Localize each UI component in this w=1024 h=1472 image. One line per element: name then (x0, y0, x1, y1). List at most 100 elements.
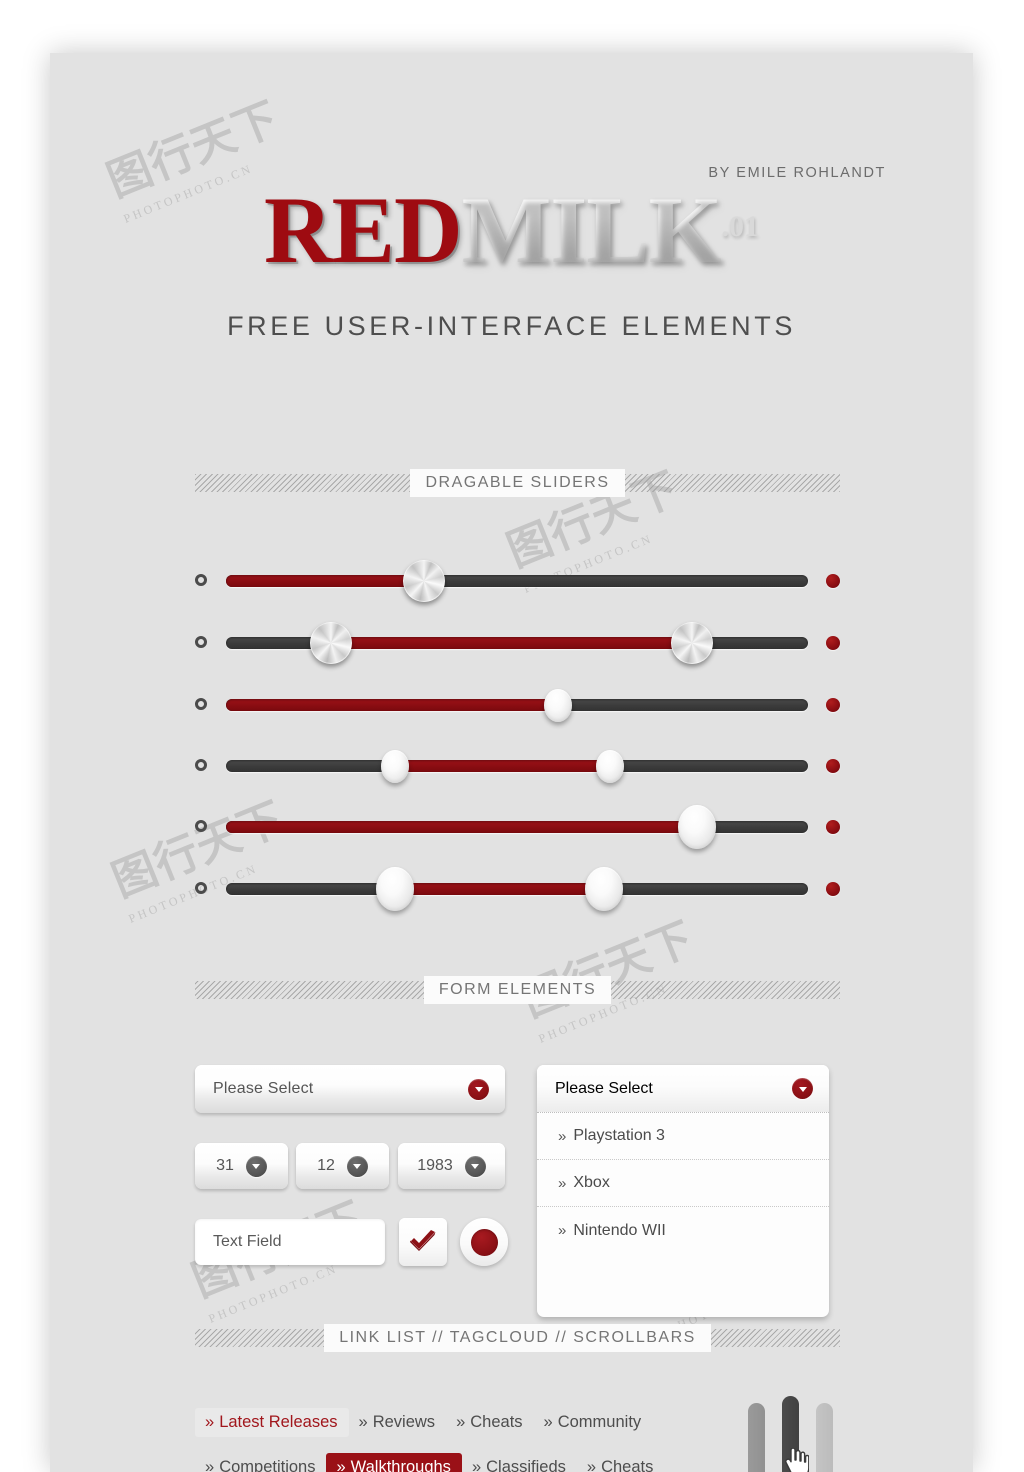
select-month[interactable]: 12 (296, 1143, 389, 1189)
slider-track[interactable] (226, 622, 808, 664)
section-header-forms: FORM ELEMENTS (195, 976, 841, 1004)
slider-track[interactable] (226, 805, 808, 849)
logo: REDMILK.01 (50, 183, 973, 278)
check-icon (410, 1230, 436, 1251)
scrollbar-light[interactable] (816, 1403, 833, 1472)
chevron-marker-icon: » (358, 1413, 368, 1431)
slider-knob[interactable] (402, 560, 445, 602)
link-walkthroughs[interactable]: » Walkthroughs (326, 1453, 462, 1472)
hatch-rule-left (195, 981, 424, 999)
slider-knob-low[interactable] (380, 750, 409, 783)
link-row-1: » Latest Releases » Reviews » Cheats » Commu… (195, 1408, 652, 1437)
link-label: Cheats (470, 1413, 523, 1431)
slider-fill (330, 637, 692, 649)
slider-knob-low[interactable] (375, 867, 414, 911)
logo-version: .01 (721, 210, 759, 243)
slider-max-marker-icon (826, 698, 840, 712)
hatch-rule-left (195, 1329, 325, 1347)
radio-selected[interactable] (460, 1218, 508, 1266)
chevron-marker-icon: » (543, 1413, 553, 1431)
slider-track[interactable] (226, 689, 808, 722)
link-label: Community (557, 1413, 642, 1431)
slider-track[interactable] (226, 750, 808, 783)
select-day-value: 31 (216, 1157, 234, 1174)
chevron-marker-icon: » (558, 1127, 567, 1145)
link-row-2: » Competitions » Walkthroughs » Classifieds… (195, 1453, 664, 1472)
slider-knob[interactable] (678, 805, 717, 849)
slider-knob[interactable] (543, 689, 572, 722)
chevron-down-circle-icon[interactable] (346, 1155, 368, 1177)
chevron-marker-icon: » (586, 1458, 597, 1472)
slider-fill (394, 760, 611, 772)
link-classifieds[interactable]: » Classifieds (462, 1453, 577, 1472)
select-year-value: 1983 (417, 1157, 453, 1174)
dropdown-option-label: Nintendo WII (573, 1221, 666, 1239)
dropdown-option-playstation-3[interactable]: » Playstation 3 (537, 1113, 829, 1160)
slider-min-marker-icon (195, 882, 207, 894)
select-please-select[interactable]: Please Select (195, 1065, 505, 1113)
slider-row-2[interactable] (195, 622, 840, 664)
slider-min-marker-icon (195, 636, 207, 648)
slider-fill (226, 821, 698, 833)
slider-knob-low[interactable] (309, 622, 352, 664)
radio-dot-icon (470, 1228, 498, 1256)
slider-max-marker-icon (826, 574, 840, 588)
watermark: 图行天下 PHOTOPHOTO.CN (101, 782, 299, 926)
chevron-marker-icon: » (336, 1458, 346, 1472)
slider-knob-high[interactable] (585, 867, 624, 911)
link-label: Latest Releases (219, 1413, 338, 1431)
dropdown-header[interactable]: Please Select (537, 1065, 829, 1113)
chevron-down-circle-icon[interactable] (792, 1078, 813, 1099)
slider-knob-high[interactable] (670, 622, 713, 664)
slider-row-5[interactable] (195, 805, 840, 849)
section-header-label: FORM ELEMENTS (423, 976, 612, 1004)
slider-max-marker-icon (826, 636, 840, 650)
chevron-down-circle-icon[interactable] (464, 1155, 486, 1177)
link-label: Walkthroughs (350, 1458, 451, 1472)
chevron-marker-icon: » (205, 1458, 215, 1472)
scrollbar-dark[interactable] (782, 1396, 799, 1472)
chevron-down-circle-icon[interactable] (245, 1155, 267, 1177)
checkbox-checked[interactable] (399, 1218, 447, 1266)
slider-row-6[interactable] (195, 867, 840, 911)
slider-row-3[interactable] (195, 687, 840, 722)
watermark: 图行天下 PHOTOPHOTO.CN (511, 902, 709, 1046)
slider-max-marker-icon (826, 820, 840, 834)
link-label: Classifieds (486, 1458, 566, 1472)
hatch-rule-left (195, 474, 411, 492)
slider-min-marker-icon (195, 759, 207, 771)
hatch-rule-right (710, 1329, 840, 1347)
slider-row-4[interactable] (195, 748, 840, 783)
scrollbar-medium[interactable] (748, 1403, 765, 1472)
slider-knob-high[interactable] (596, 750, 625, 783)
select-day[interactable]: 31 (195, 1143, 288, 1189)
section-header-links: LINK LIST // TAGCLOUD // SCROLLBARS (195, 1324, 840, 1352)
dropdown-open-console[interactable]: Please Select » Playstation 3 » Xbox » N… (537, 1065, 829, 1317)
link-cheats-2[interactable]: » Cheats (577, 1453, 664, 1472)
section-header-sliders: DRAGABLE SLIDERS (195, 469, 840, 497)
watermark-text: 图行天下 (515, 913, 701, 1027)
dropdown-option-label: Xbox (573, 1174, 610, 1191)
slider-track[interactable] (226, 560, 808, 602)
chevron-down-circle-icon[interactable] (468, 1078, 489, 1100)
hatch-rule-right (624, 474, 840, 492)
section-header-label: DRAGABLE SLIDERS (410, 469, 625, 497)
slider-max-marker-icon (826, 882, 840, 896)
link-community[interactable]: » Community (534, 1408, 653, 1437)
slider-track[interactable] (226, 867, 808, 911)
chevron-marker-icon: » (558, 1174, 567, 1192)
dropdown-option-nintendo-wii[interactable]: » Nintendo WII (537, 1207, 829, 1254)
slider-fill (394, 883, 605, 895)
slider-min-marker-icon (195, 820, 207, 832)
page-title: FREE USER-INTERFACE ELEMENTS (227, 311, 796, 341)
chevron-marker-icon: » (205, 1413, 215, 1431)
link-latest-releases[interactable]: » Latest Releases (195, 1408, 349, 1437)
slider-row-1[interactable] (195, 560, 840, 602)
link-competitions[interactable]: » Competitions (195, 1453, 326, 1472)
dropdown-option-xbox[interactable]: » Xbox (537, 1160, 829, 1207)
link-reviews[interactable]: » Reviews (349, 1408, 447, 1437)
dropdown-option-label: Playstation 3 (573, 1127, 665, 1144)
text-field-input[interactable]: Text Field (195, 1219, 385, 1265)
link-cheats[interactable]: » Cheats (446, 1408, 533, 1437)
select-year[interactable]: 1983 (398, 1143, 505, 1189)
